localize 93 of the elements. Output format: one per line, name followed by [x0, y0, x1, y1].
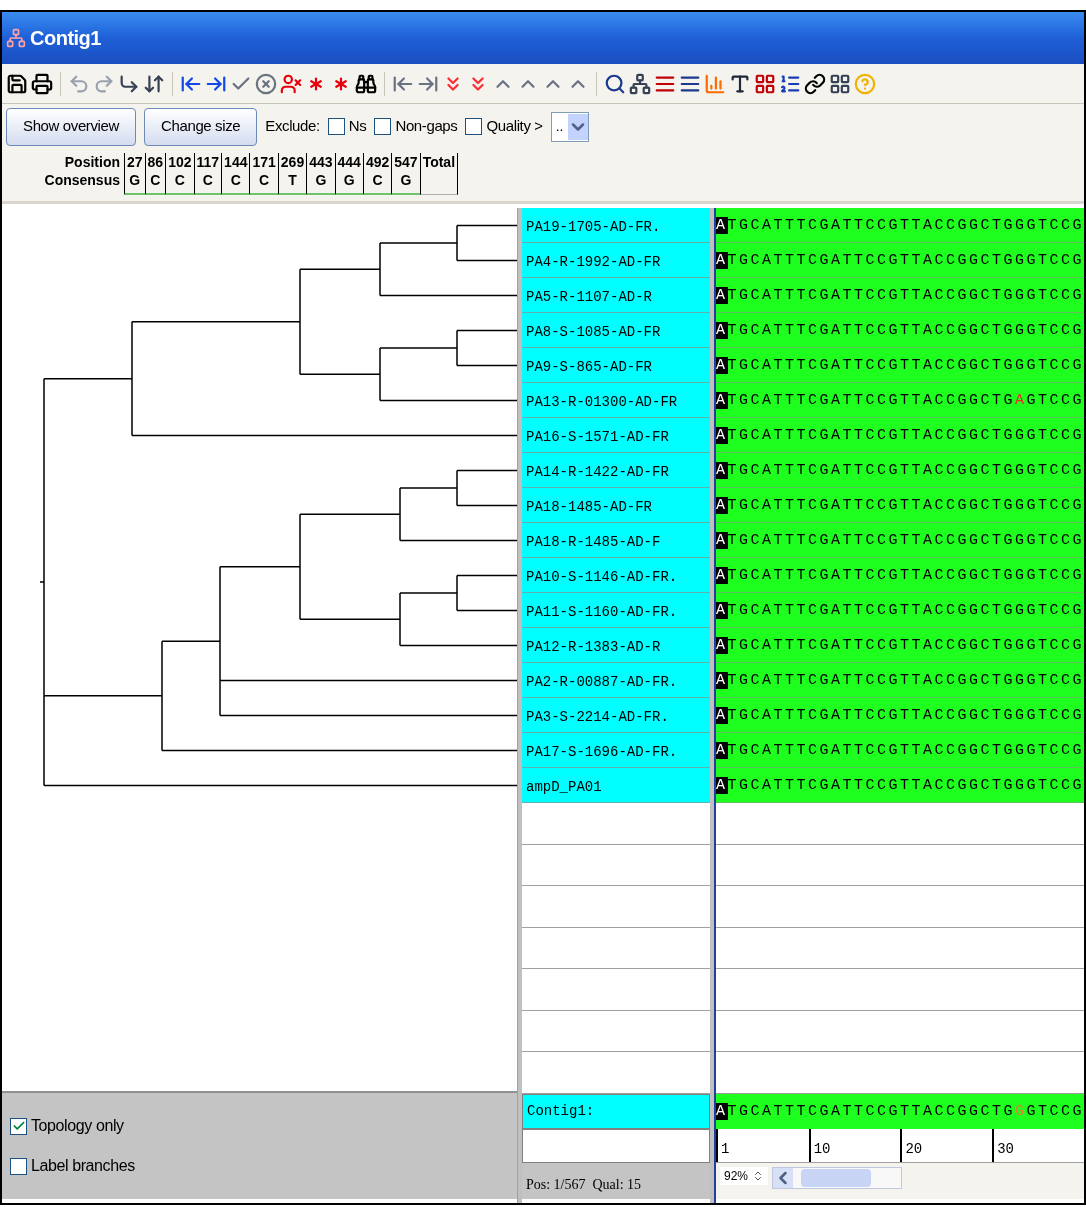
position-cell: 144	[224, 153, 248, 171]
checkbox[interactable]	[10, 1117, 27, 1135]
exclude-label: Exclude:	[265, 116, 320, 137]
binoculars-icon[interactable]	[355, 72, 377, 95]
sequence-text: ATGCATTTCGATTCCGTTACCGGCTGGGTCCG	[716, 602, 1084, 618]
sequence-text: ATGCATTTCGATTCCGTTACCGGCTGGGTCCG	[716, 497, 1084, 513]
position-cell: 269	[280, 153, 305, 171]
sequence-name[interactable]: PA19-1705-AD-FR.	[522, 208, 710, 243]
status-text: Pos: 1/567 Qual: 15	[522, 1163, 710, 1199]
checkbox[interactable]	[327, 118, 345, 135]
checkbox[interactable]	[465, 118, 483, 135]
sequence-name[interactable]: PA18-1485-AD-FR	[522, 488, 710, 523]
app-icon	[6, 28, 26, 48]
position-cell: 102	[168, 153, 192, 171]
print-icon[interactable]	[31, 72, 53, 95]
sequence-name[interactable]: PA13-R-01300-AD-FR	[522, 383, 710, 418]
base-cell: C	[202, 171, 213, 189]
base-cell: C	[372, 171, 383, 189]
change-size-button[interactable]: Change size	[144, 107, 258, 146]
checkbox-label: Ns	[348, 116, 367, 137]
position-cell: 443	[309, 153, 333, 171]
circle-x-icon[interactable]	[255, 72, 277, 95]
crossed-person-icon[interactable]	[280, 72, 302, 95]
sequence-name[interactable]: PA10-S-1146-AD-FR.	[522, 558, 710, 593]
search-icon[interactable]	[604, 72, 626, 95]
sequence-name[interactable]: PA3-S-2214-AD-FR.	[522, 698, 710, 733]
checkbox-label: Quality >	[486, 116, 543, 137]
base-cell: C	[174, 171, 185, 189]
sequence-text: ATGCATTTCGATTCCGTTACCGGCTGGGTCCG	[716, 672, 1084, 688]
grid-icon[interactable]	[829, 72, 851, 95]
option-label: Topology only	[31, 1116, 124, 1136]
base-cell: G	[129, 171, 141, 189]
position-cell: 86	[147, 153, 164, 171]
position-cell: 547	[394, 153, 418, 171]
sequence-name[interactable]: PA8-S-1085-AD-FR	[522, 313, 710, 348]
consensus-sequence: ATGCATTTCGATTCCGTTACCGGCTG G GTCCG	[716, 1104, 1084, 1119]
position-cell: 444	[337, 153, 361, 171]
sequence-text: ATGCATTTCGATTCCGTTACCGGCTGGGTCCG	[716, 427, 1084, 443]
sequence-name[interactable]: ampD_PA01	[522, 768, 710, 803]
sequence-text: ATGCATTTCGATTCCGTTACCGGCTGGGTCCG	[716, 637, 1084, 653]
sequence-name[interactable]: PA16-S-1571-AD-FR	[522, 418, 710, 453]
row-label: Consensus	[44, 171, 120, 189]
zoom-spinner[interactable]: 92%	[720, 1167, 769, 1185]
consensus-name: Contig1:	[522, 1094, 710, 1129]
option-label: Label branches	[31, 1156, 135, 1176]
sequence-name[interactable]: PA18-R-1485-AD-F	[522, 523, 710, 558]
scroll-left-icon	[773, 1168, 794, 1188]
sequence-text: ATGCATTTCGATTCCGTTACCGGCTGGGTCCG	[716, 287, 1084, 303]
checkbox-label: Non-gaps	[395, 116, 458, 137]
base-cell: C	[150, 171, 161, 189]
row-label: Position	[64, 153, 120, 171]
horizontal-scrollbar[interactable]	[772, 1167, 903, 1189]
chevron-down-icon	[567, 113, 588, 140]
save-icon[interactable]	[6, 72, 28, 95]
sequence-name[interactable]: PA17-S-1696-AD-FR.	[522, 733, 710, 768]
sequence-text: ATGCATTTCGATTCCGTTACCGGCTGGGTCCG	[716, 357, 1084, 373]
base-cell: C	[259, 171, 270, 189]
base-cell: C	[230, 171, 241, 189]
sequence-name[interactable]: PA5-R-1107-AD-R	[522, 278, 710, 313]
base-cell: G	[400, 171, 412, 189]
scroll-thumb	[801, 1169, 872, 1187]
sequence-text: ATGCATTTCGATTCCGTTACCGGCTGAGTCCG	[716, 392, 1084, 408]
quality-dropdown[interactable]: ..	[550, 111, 589, 142]
position-cell: 171	[252, 153, 276, 171]
sequence-text: ATGCATTTCGATTCCGTTACCGGCTGGGTCCG	[716, 252, 1084, 268]
sequence-text: ATGCATTTCGATTCCGTTACCGGCTGGGTCCG	[716, 322, 1084, 338]
sequence-text: ATGCATTTCGATTCCGTTACCGGCTGGGTCCG	[716, 707, 1084, 723]
position-cell: 27	[127, 153, 143, 171]
checkbox[interactable]	[10, 1157, 27, 1175]
sequence-name[interactable]: PA11-S-1160-AD-FR.	[522, 593, 710, 628]
total-header: Total	[422, 153, 456, 171]
sequence-text: ATGCATTTCGATTCCGTTACCGGCTGGGTCCG	[716, 742, 1084, 758]
sequence-name[interactable]: PA2-R-00887-AD-FR.	[522, 663, 710, 698]
tree-icon[interactable]	[629, 72, 651, 95]
sequence-text: ATGCATTTCGATTCCGTTACCGGCTGGGTCCG	[716, 777, 1084, 793]
base-cell: G	[343, 171, 355, 189]
grid-icon[interactable]	[754, 72, 776, 95]
show-overview-button[interactable]: Show overview	[6, 107, 136, 146]
base-cell: G	[315, 171, 327, 189]
position-cell: 117	[196, 153, 220, 171]
link-icon[interactable]	[804, 72, 826, 95]
sequence-name[interactable]: PA12-R-1383-AD-R	[522, 628, 710, 663]
base-cell: T	[288, 171, 297, 189]
sequence-text: ATGCATTTCGATTCCGTTACCGGCTGGGTCCG	[716, 567, 1084, 583]
sequence-text: ATGCATTTCGATTCCGTTACCGGCTGGGTCCG	[716, 462, 1084, 478]
sequence-name[interactable]: PA9-S-865-AD-FR	[522, 348, 710, 383]
checkbox[interactable]	[374, 118, 392, 135]
sequence-name[interactable]: PA14-R-1422-AD-FR	[522, 453, 710, 488]
sequence-text: ATGCATTTCGATTCCGTTACCGGCTGGGTCCG	[716, 217, 1084, 233]
position-cell: 492	[365, 153, 390, 171]
sequence-name[interactable]: PA4-R-1992-AD-FR	[522, 243, 710, 278]
sequence-text: ATGCATTTCGATTCCGTTACCGGCTGGGTCCG	[716, 532, 1084, 548]
window-title: Contig1	[30, 26, 101, 51]
